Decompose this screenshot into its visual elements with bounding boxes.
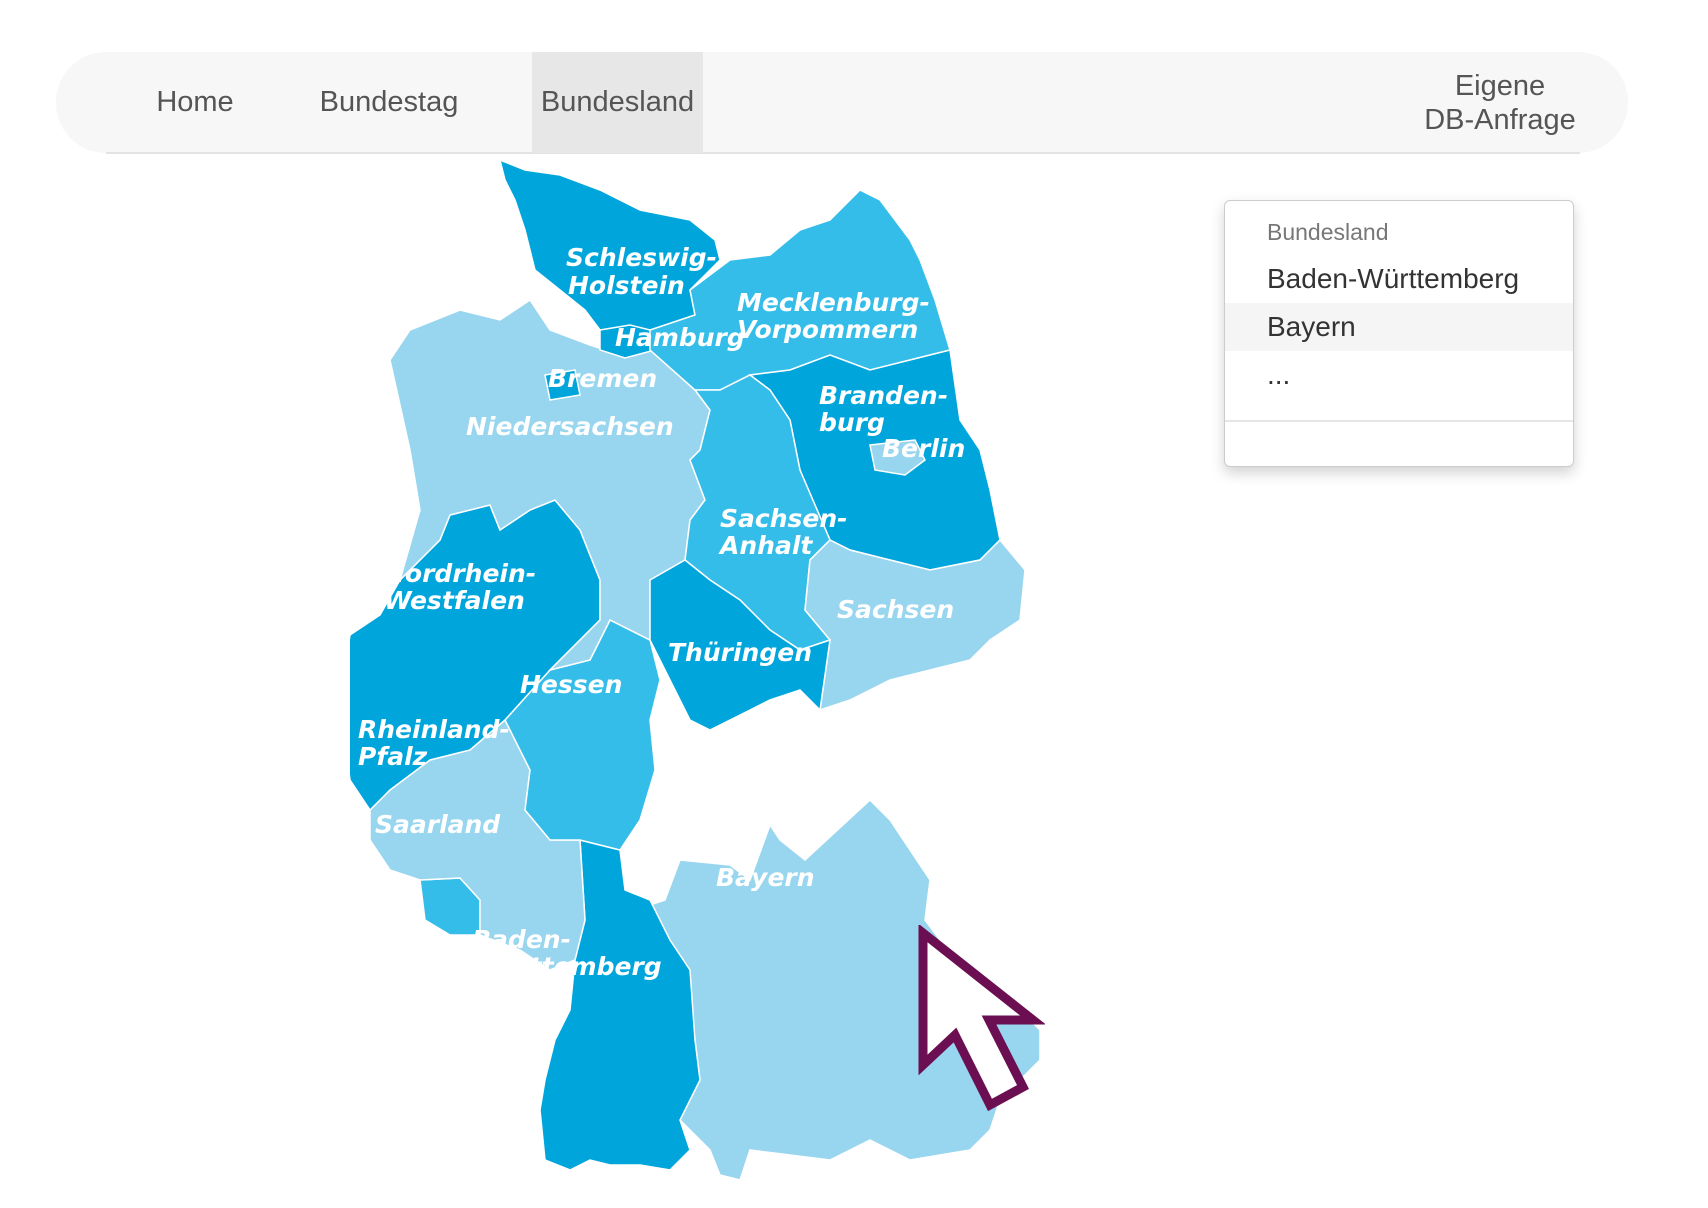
dropdown-item-bayern[interactable]: Bayern xyxy=(1225,303,1573,351)
nav-db-anfrage[interactable]: Eigene DB-Anfrage xyxy=(1400,52,1600,153)
dropdown-item-more[interactable]: ... xyxy=(1225,351,1573,399)
nav-db-anfrage-line2: DB-Anfrage xyxy=(1424,103,1576,136)
dropdown-header: Bundesland xyxy=(1267,219,1389,245)
navbar xyxy=(56,52,1628,153)
nav-db-anfrage-line1: Eigene xyxy=(1454,69,1546,102)
dropdown-divider xyxy=(1225,420,1573,422)
state-sachsen[interactable] xyxy=(804,538,1026,712)
state-mecklenburg-vorpommern[interactable] xyxy=(649,189,951,391)
bundesland-dropdown: Bundesland Baden-Württemberg Bayern ... xyxy=(1224,200,1574,467)
mouse-cursor-icon xyxy=(918,925,1045,1112)
nav-home[interactable]: Home xyxy=(132,52,258,153)
state-bremen[interactable] xyxy=(544,369,581,401)
nav-bundesland[interactable]: Bundesland xyxy=(532,52,703,153)
nav-bundestag[interactable]: Bundestag xyxy=(300,52,478,153)
dropdown-item-baden-wuerttemberg[interactable]: Baden-Württemberg xyxy=(1225,255,1573,303)
